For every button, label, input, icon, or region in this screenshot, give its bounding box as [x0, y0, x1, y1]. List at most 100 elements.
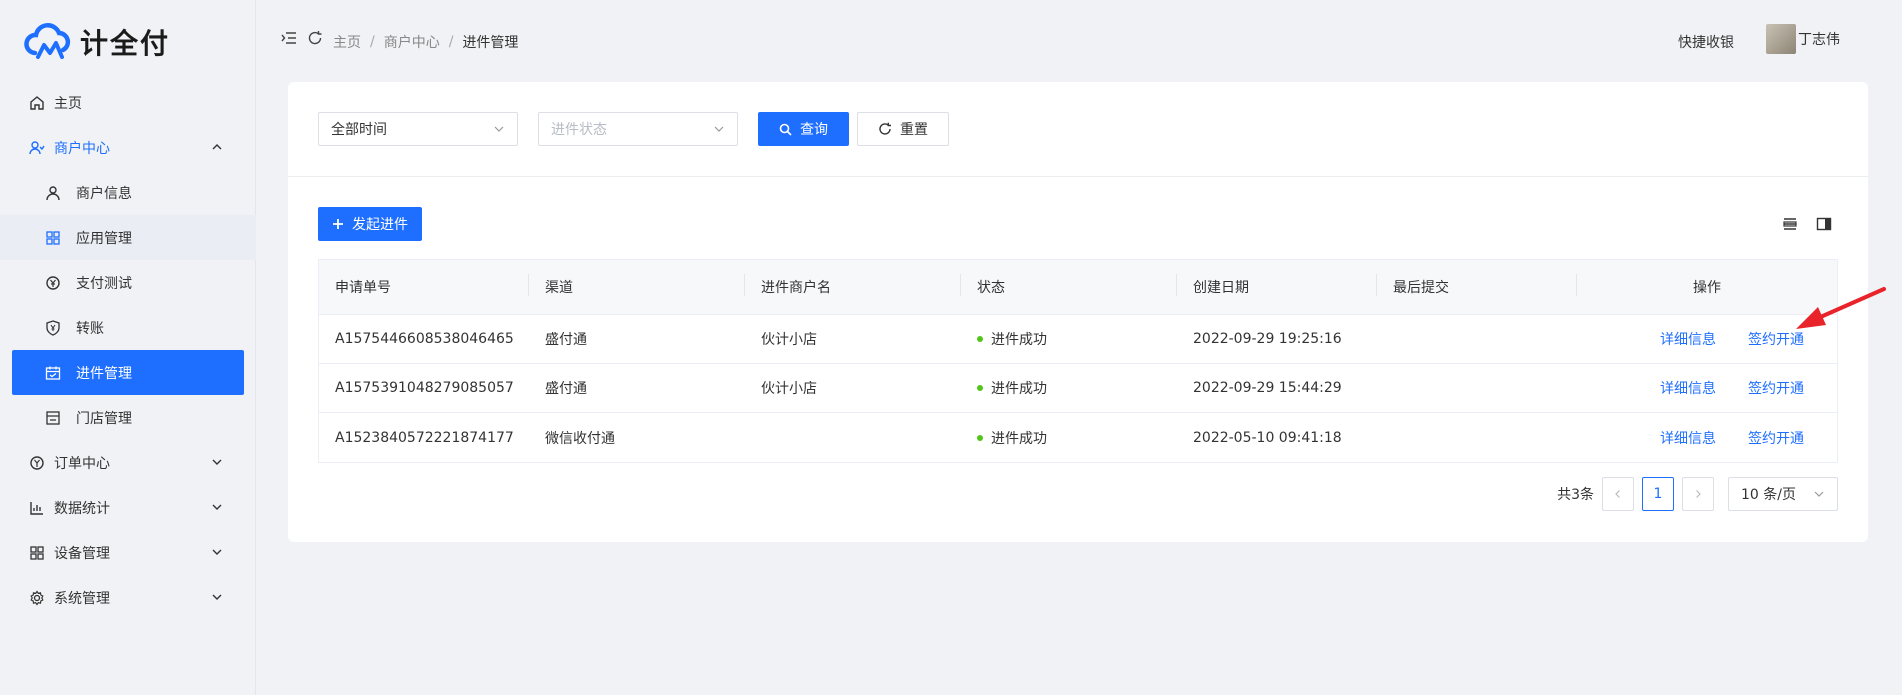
- status-text: 进件成功: [991, 381, 1047, 397]
- sign-activate-link[interactable]: 签约开通: [1748, 428, 1804, 448]
- device-icon: [28, 544, 46, 562]
- sidebar-nav: 主页 商户中心 商户信息 应用管理 支付测试 转账 进件管理 门店管理 订单中心…: [0, 80, 256, 620]
- detail-link[interactable]: 详细信息: [1660, 428, 1716, 448]
- sidebar-item-label: 门店管理: [76, 410, 132, 427]
- search-icon: [779, 123, 792, 136]
- reset-button-label: 重置: [900, 122, 928, 138]
- sidebar-item-device-management[interactable]: 设备管理: [0, 530, 256, 575]
- column-header: 最后提交: [1377, 274, 1577, 297]
- column-header: 渠道: [529, 274, 745, 297]
- reset-button[interactable]: 重置: [857, 112, 949, 146]
- sidebar-item-payment-test[interactable]: 支付测试: [0, 260, 256, 305]
- cell-channel: 盛付通: [545, 381, 587, 397]
- density-icon[interactable]: [1782, 216, 1798, 232]
- chevron-up-icon: [212, 144, 222, 150]
- avatar: [1766, 24, 1796, 54]
- search-button-label: 查询: [800, 122, 828, 138]
- cloud-logo-icon: [24, 23, 71, 59]
- status-select[interactable]: 进件状态: [538, 112, 738, 146]
- cell-application-id: A1523840572221874177: [335, 429, 514, 446]
- sign-activate-link[interactable]: 签约开通: [1748, 378, 1804, 398]
- collapse-menu-icon[interactable]: [281, 30, 297, 46]
- sidebar-item-label: 订单中心: [54, 455, 110, 472]
- chevron-down-icon: [212, 594, 222, 600]
- prev-page-button[interactable]: [1602, 477, 1634, 511]
- refresh-icon[interactable]: [307, 30, 323, 46]
- sidebar-item-label: 主页: [54, 95, 82, 112]
- time-range-select[interactable]: 全部时间: [318, 112, 518, 146]
- plus-icon: [333, 219, 343, 229]
- start-onboarding-button[interactable]: 发起进件: [318, 207, 422, 241]
- cell-application-id: A1575446608538046465: [335, 331, 514, 347]
- page-size-value: 10 条/页: [1741, 487, 1796, 503]
- grid-icon: [44, 229, 62, 247]
- filter-bar: 全部时间 进件状态 查询 重置: [318, 112, 949, 146]
- table-tools: [1782, 216, 1832, 232]
- breadcrumb-current: 进件管理: [462, 35, 519, 51]
- chart-icon: [28, 499, 46, 517]
- table-row: A1575446608538046465 盛付通 伙计小店 进件成功 2022-…: [319, 315, 1837, 364]
- chevron-down-icon: [714, 126, 724, 132]
- sidebar-item-label: 商户信息: [76, 185, 132, 202]
- sidebar-item-label: 进件管理: [76, 365, 132, 382]
- order-icon: [28, 454, 46, 472]
- username: 丁志伟: [1798, 32, 1840, 48]
- breadcrumb-home[interactable]: 主页: [333, 32, 361, 52]
- breadcrumb-merchant-center[interactable]: 商户中心: [384, 32, 440, 52]
- column-header: 状态: [961, 274, 1177, 297]
- brand-logo[interactable]: 计全付: [22, 22, 170, 62]
- breadcrumb: 主页 / 商户中心 / 进件管理: [333, 32, 518, 52]
- sidebar: 计全付 主页 商户中心 商户信息 应用管理 支付测试 转账 进件管理 门店管理 …: [0, 0, 256, 695]
- detail-link[interactable]: 详细信息: [1660, 378, 1716, 398]
- payment-icon: [44, 274, 62, 292]
- sidebar-item-label: 商户中心: [54, 140, 110, 157]
- sidebar-item-merchant-center[interactable]: 商户中心: [0, 125, 256, 170]
- divider: [288, 176, 1868, 177]
- sidebar-item-merchant-info[interactable]: 商户信息: [0, 170, 256, 215]
- chevron-down-icon: [494, 126, 504, 132]
- column-settings-icon[interactable]: [1816, 216, 1832, 232]
- header-tools: [281, 30, 323, 46]
- store-icon: [44, 409, 62, 427]
- sidebar-item-label: 设备管理: [54, 545, 110, 562]
- sidebar-item-store-management[interactable]: 门店管理: [0, 395, 256, 440]
- time-range-value: 全部时间: [331, 122, 387, 138]
- sidebar-item-transfer[interactable]: 转账: [0, 305, 256, 350]
- sidebar-item-order-center[interactable]: 订单中心: [0, 440, 256, 485]
- page-size-select[interactable]: 10 条/页: [1728, 477, 1838, 511]
- merchant-icon: [28, 139, 46, 157]
- top-header: 主页 / 商户中心 / 进件管理 快捷收银 丁志伟: [257, 0, 1902, 80]
- page-button[interactable]: 1: [1642, 477, 1674, 511]
- chevron-down-icon: [212, 549, 222, 555]
- user-menu[interactable]: 丁志伟: [1766, 24, 1840, 54]
- next-page-button[interactable]: [1682, 477, 1714, 511]
- sidebar-item-app-management[interactable]: 应用管理: [0, 215, 256, 260]
- sidebar-item-onboarding[interactable]: 进件管理: [12, 350, 244, 395]
- status-dot: [977, 385, 983, 391]
- breadcrumb-separator: /: [448, 34, 454, 50]
- detail-link[interactable]: 详细信息: [1660, 329, 1716, 349]
- cell-channel: 微信收付通: [545, 430, 615, 447]
- cell-merchant-name: 伙计小店: [761, 381, 817, 397]
- table-row: A1523840572221874177 微信收付通 进件成功 2022-05-…: [319, 413, 1837, 462]
- sidebar-item-system-management[interactable]: 系统管理: [0, 575, 256, 620]
- sidebar-item-statistics[interactable]: 数据统计: [0, 485, 256, 530]
- status-dot: [977, 434, 983, 441]
- quick-cashier-link[interactable]: 快捷收银: [1678, 32, 1734, 52]
- sidebar-item-label: 支付测试: [76, 275, 132, 292]
- cell-created-date: 2022-09-29 15:44:29: [1193, 380, 1342, 396]
- cell-actions: 详细信息 签约开通: [1577, 428, 1837, 448]
- column-header: 进件商户名: [745, 274, 961, 297]
- calendar-icon: [44, 364, 62, 382]
- sidebar-item-home[interactable]: 主页: [0, 80, 256, 125]
- search-button[interactable]: 查询: [758, 112, 849, 146]
- chevron-down-icon: [1814, 491, 1824, 497]
- cell-actions: 详细信息 签约开通: [1577, 378, 1837, 398]
- column-header: 创建日期: [1177, 274, 1377, 297]
- annotation-arrow-icon: [1796, 287, 1886, 329]
- status-dot: [977, 336, 983, 342]
- chevron-right-icon: [1696, 490, 1701, 498]
- cell-application-id: A1575391048279085057: [335, 380, 514, 396]
- table-row: A1575391048279085057 盛付通 伙计小店 进件成功 2022-…: [319, 364, 1837, 413]
- sidebar-item-label: 数据统计: [54, 500, 110, 517]
